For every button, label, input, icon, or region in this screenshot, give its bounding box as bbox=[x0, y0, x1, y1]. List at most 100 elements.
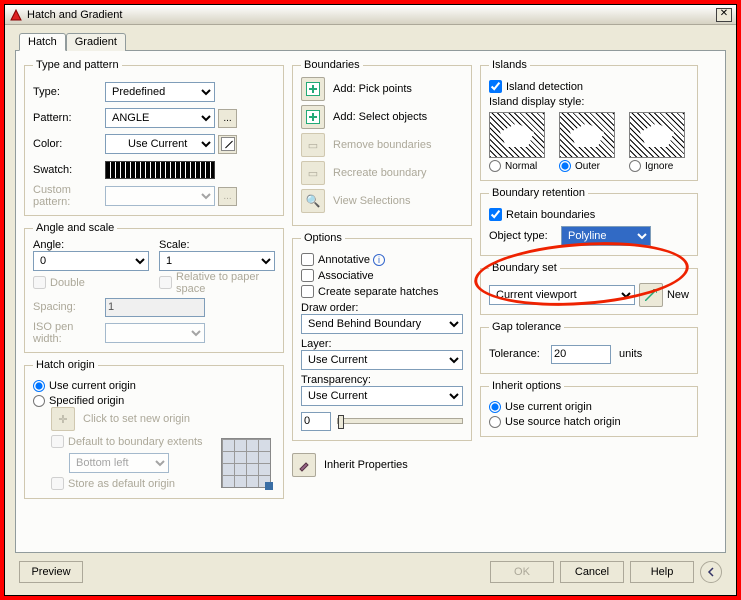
left-column: Type and pattern Type: Predefined Patter… bbox=[24, 59, 284, 544]
view-selections-button: 🔍 bbox=[301, 189, 325, 213]
layer-label: Layer: bbox=[301, 338, 463, 350]
type-label: Type: bbox=[33, 86, 105, 98]
tolerance-units: units bbox=[619, 348, 642, 360]
tolerance-input[interactable] bbox=[551, 345, 611, 364]
origin-current-radio[interactable]: Use current origin bbox=[33, 380, 275, 392]
pick-points-button[interactable] bbox=[301, 77, 325, 101]
inherit-source-origin-radio[interactable]: Use source hatch origin bbox=[489, 416, 689, 428]
swatch-preview[interactable] bbox=[105, 161, 215, 179]
color-bg-button[interactable] bbox=[218, 135, 237, 154]
object-type-label: Object type: bbox=[489, 230, 561, 242]
group-boundary-retention: Boundary retention Retain boundaries Obj… bbox=[480, 187, 698, 256]
info-icon: i bbox=[373, 254, 385, 266]
titlebar: Hatch and Gradient ✕ bbox=[5, 5, 736, 25]
angle-select[interactable]: 0 bbox=[33, 251, 149, 271]
transparency-label: Transparency: bbox=[301, 374, 463, 386]
chevron-left-icon bbox=[706, 567, 716, 577]
type-select[interactable]: Predefined bbox=[105, 82, 215, 102]
angle-label: Angle: bbox=[33, 239, 149, 251]
tab-panel: Type and pattern Type: Predefined Patter… bbox=[15, 50, 726, 553]
draw-order-select[interactable]: Send Behind Boundary bbox=[301, 314, 463, 334]
object-type-select[interactable]: Polyline bbox=[561, 226, 651, 246]
color-label: Color: bbox=[33, 138, 105, 150]
group-type-pattern: Type and pattern Type: Predefined Patter… bbox=[24, 59, 284, 216]
island-style-label: Island display style: bbox=[489, 96, 689, 108]
click-origin-button: ✛ bbox=[51, 407, 75, 431]
tab-hatch[interactable]: Hatch bbox=[19, 33, 66, 51]
inherit-current-origin-radio[interactable]: Use current origin bbox=[489, 401, 689, 413]
eyedropper-icon bbox=[297, 458, 311, 472]
window-title: Hatch and Gradient bbox=[27, 9, 716, 21]
retain-boundaries-checkbox[interactable]: Retain boundaries bbox=[489, 208, 689, 221]
collapse-button[interactable] bbox=[700, 561, 722, 583]
scale-select[interactable]: 1 bbox=[159, 251, 275, 271]
plus-icon bbox=[306, 82, 320, 96]
iso-select bbox=[105, 323, 205, 343]
none-icon bbox=[221, 137, 235, 151]
origin-preview bbox=[221, 438, 271, 488]
double-checkbox: Double bbox=[33, 276, 149, 289]
select-objects-button[interactable] bbox=[301, 105, 325, 129]
annotative-checkbox[interactable]: Annotative i bbox=[301, 253, 463, 266]
pattern-label: Pattern: bbox=[33, 112, 105, 124]
pattern-select[interactable]: ANGLE bbox=[105, 108, 215, 128]
island-ignore-preview[interactable] bbox=[629, 112, 685, 158]
group-options: Options Annotative i Associative Create … bbox=[292, 232, 472, 441]
island-outer-preview[interactable] bbox=[559, 112, 615, 158]
tolerance-label: Tolerance: bbox=[489, 348, 551, 360]
custom-pattern-select bbox=[105, 186, 215, 206]
group-islands: Islands Island detection Island display … bbox=[480, 59, 698, 181]
transparency-slider[interactable] bbox=[337, 418, 463, 424]
remove-boundaries-button: ▭ bbox=[301, 133, 325, 157]
group-hatch-origin: Hatch origin Use current origin Specifie… bbox=[24, 359, 284, 499]
boundary-set-select[interactable]: Current viewport bbox=[489, 285, 635, 305]
dialog-window: Hatch and Gradient ✕ Hatch Gradient Type… bbox=[4, 4, 737, 596]
cancel-button[interactable]: Cancel bbox=[560, 561, 624, 583]
transparency-select[interactable]: Use Current bbox=[301, 386, 463, 406]
new-boundary-set-button[interactable] bbox=[639, 283, 663, 307]
recreate-boundary-button: ▭ bbox=[301, 161, 325, 185]
group-gap-tolerance: Gap tolerance Tolerance: units bbox=[480, 321, 698, 374]
iso-label: ISO pen width: bbox=[33, 321, 105, 345]
plus-icon bbox=[306, 110, 320, 124]
extents-select: Bottom left bbox=[69, 453, 169, 473]
tab-strip: Hatch Gradient bbox=[19, 33, 726, 51]
group-angle-scale: Angle and scale Angle: 0 Scale: 1 bbox=[24, 222, 284, 353]
help-button[interactable]: Help bbox=[630, 561, 694, 583]
transparency-value[interactable] bbox=[301, 412, 331, 431]
magnifier-icon: 🔍 bbox=[306, 194, 321, 208]
swatch-label: Swatch: bbox=[33, 164, 105, 176]
close-button[interactable]: ✕ bbox=[716, 8, 732, 22]
associative-checkbox[interactable]: Associative bbox=[301, 269, 463, 282]
preview-button[interactable]: Preview bbox=[19, 561, 83, 583]
tab-gradient[interactable]: Gradient bbox=[66, 33, 126, 51]
slider-thumb[interactable] bbox=[338, 415, 344, 429]
custom-pattern-label: Custom pattern: bbox=[33, 184, 105, 208]
separate-hatches-checkbox[interactable]: Create separate hatches bbox=[301, 285, 463, 298]
custom-pattern-browse: ... bbox=[218, 187, 237, 206]
island-detection-checkbox[interactable]: Island detection bbox=[489, 80, 689, 93]
spacing-label: Spacing: bbox=[33, 301, 105, 313]
draw-order-label: Draw order: bbox=[301, 302, 463, 314]
spacing-input bbox=[105, 298, 205, 317]
group-boundary-set: Boundary set Current viewport New bbox=[480, 262, 698, 315]
group-boundaries: Boundaries Add: Pick points Add: Select … bbox=[292, 59, 472, 226]
layer-select[interactable]: Use Current bbox=[301, 350, 463, 370]
middle-column: Boundaries Add: Pick points Add: Select … bbox=[292, 59, 472, 544]
app-icon bbox=[9, 8, 23, 22]
select-icon bbox=[645, 289, 657, 301]
island-ignore-radio[interactable]: Ignore bbox=[629, 160, 689, 172]
ok-button: OK bbox=[490, 561, 554, 583]
relative-checkbox: Relative to paper space bbox=[159, 271, 275, 295]
scale-label: Scale: bbox=[159, 239, 275, 251]
origin-specified-radio[interactable]: Specified origin bbox=[33, 395, 275, 407]
island-normal-radio[interactable]: Normal bbox=[489, 160, 549, 172]
dialog-body: Hatch Gradient Type and pattern Type: Pr… bbox=[5, 25, 736, 595]
button-bar: Preview OK Cancel Help bbox=[15, 553, 726, 587]
island-normal-preview[interactable] bbox=[489, 112, 545, 158]
right-column: Islands Island detection Island display … bbox=[480, 59, 698, 544]
island-outer-radio[interactable]: Outer bbox=[559, 160, 619, 172]
pattern-browse-button[interactable]: ... bbox=[218, 109, 237, 128]
inherit-properties-button[interactable] bbox=[292, 453, 316, 477]
color-select[interactable]: Use Current bbox=[105, 134, 215, 154]
